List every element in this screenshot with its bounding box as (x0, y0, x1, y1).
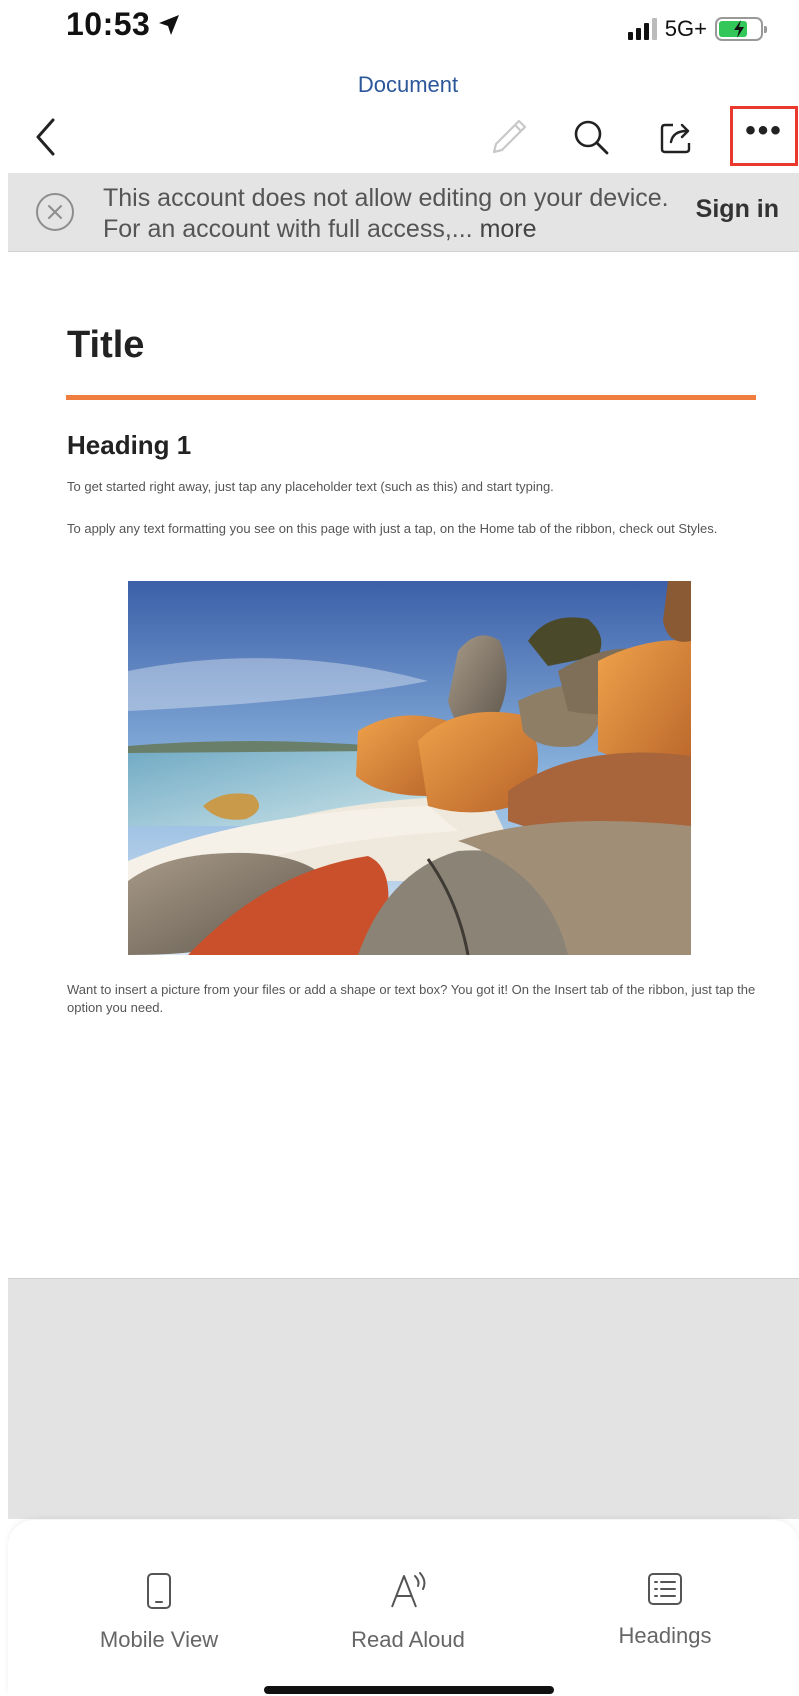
bottom-action-sheet: Mobile View Read Aloud Headings (8, 1520, 799, 1696)
network-label: 5G+ (664, 16, 707, 41)
document-page[interactable]: Title Heading 1 To get started right awa… (8, 252, 799, 1279)
back-icon (36, 118, 55, 156)
more-options-button[interactable]: ••• (730, 106, 798, 166)
pencil-icon (492, 119, 527, 154)
battery-icon (715, 17, 767, 41)
paragraph: To apply any text formatting you see on … (67, 521, 718, 536)
share-icon (660, 123, 691, 154)
top-toolbar: ••• (0, 104, 799, 170)
location-arrow-icon (159, 14, 180, 35)
dismiss-banner-button[interactable] (36, 193, 74, 231)
close-icon (48, 205, 62, 219)
beach-rocks-image (128, 581, 691, 955)
signal-icon (627, 18, 657, 40)
banner-more-link[interactable]: more (480, 215, 537, 243)
search-icon (574, 120, 609, 155)
edit-button[interactable] (484, 104, 534, 170)
share-button[interactable] (652, 104, 702, 170)
read-aloud-label: Read Aloud (351, 1627, 465, 1652)
read-only-banner: This account does not allow editing on y… (8, 173, 799, 252)
read-aloud-icon (391, 1572, 426, 1608)
phone-icon (147, 1573, 171, 1609)
home-indicator[interactable] (264, 1686, 554, 1694)
banner-message: This account does not allow editing on y… (103, 183, 683, 245)
paragraph: Want to insert a picture from your files… (67, 982, 756, 1015)
sign-in-button[interactable]: Sign in (696, 195, 779, 224)
headings-label: Headings (618, 1623, 712, 1648)
mobile-view-button[interactable]: Mobile View (59, 1572, 259, 1653)
headings-button[interactable]: Headings (565, 1572, 765, 1649)
mobile-view-label: Mobile View (99, 1627, 219, 1652)
document-canvas-background (8, 1279, 799, 1519)
banner-message-text: This account does not allow editing on y… (103, 184, 669, 243)
status-indicators: 5G+ (627, 16, 767, 42)
title-divider (66, 395, 756, 400)
search-button[interactable] (566, 104, 616, 170)
time-text: 10:53 (66, 6, 151, 42)
read-aloud-button[interactable]: Read Aloud (308, 1572, 508, 1653)
document-name: Document (357, 72, 459, 97)
document-title: Title (67, 324, 145, 366)
paragraph: To get started right away, just tap any … (67, 479, 554, 494)
headings-icon (648, 1573, 682, 1605)
document-heading: Heading 1 (67, 430, 192, 460)
back-button[interactable] (24, 104, 68, 170)
clock: 10:53 (66, 6, 182, 43)
more-icon: ••• (745, 114, 783, 147)
status-bar: 10:53 5G+ (0, 0, 799, 60)
